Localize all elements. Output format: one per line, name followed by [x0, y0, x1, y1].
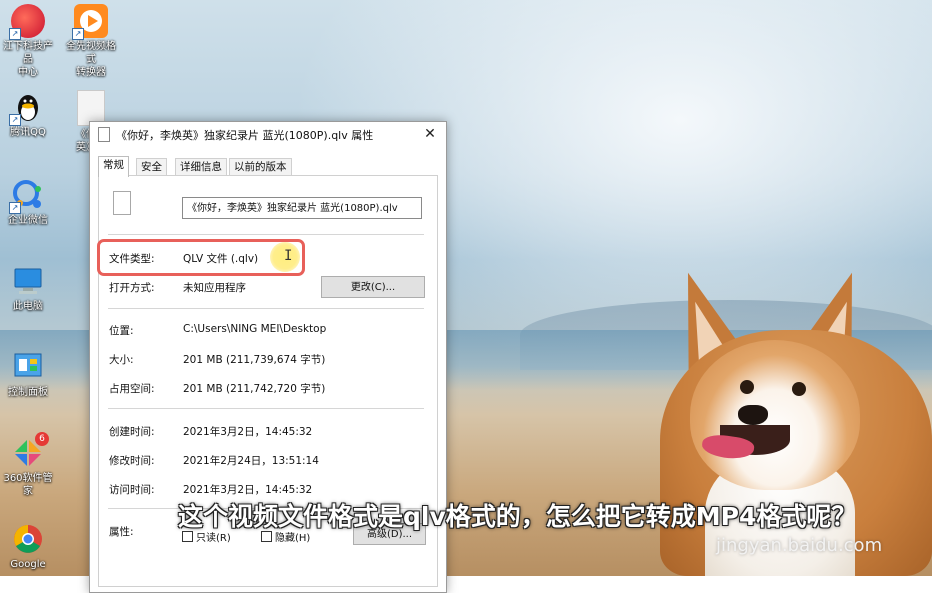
dialog-titlebar[interactable]: 《你好，李焕英》独家纪录片 蓝光(1080P).qlv 属性 ✕	[90, 122, 446, 146]
hidden-label: 隐藏(H)	[275, 533, 311, 544]
modified-label: 修改时间:	[109, 455, 155, 467]
accessed-label: 访问时间:	[109, 484, 155, 496]
ibeam-cursor-icon: I	[284, 248, 293, 264]
computer-icon	[11, 264, 45, 298]
qq-penguin-icon: ↗	[9, 90, 45, 126]
attributes-label: 属性:	[109, 526, 134, 538]
jiangxia-logo-icon: ↗	[9, 4, 45, 40]
chrome-icon	[11, 522, 45, 556]
location-label: 位置:	[109, 325, 134, 337]
desktop-icon-label: 江下科技产品	[3, 41, 53, 65]
wecom-icon: ↗	[9, 178, 45, 214]
desktop-icon-google-chrome[interactable]: Google	[0, 522, 56, 571]
accessed-value: 2021年3月2日，14:45:32	[183, 484, 313, 496]
subtitle-caption: 这个视频文件格式是qlv格式的，怎么把它转成MP4格式呢？	[178, 502, 857, 531]
close-button[interactable]: ✕	[420, 124, 440, 144]
desktop-icon-360-software[interactable]: 6 360软件管家	[0, 432, 56, 498]
size-on-disk-value: 201 MB (211,742,720 字节)	[183, 383, 326, 395]
readonly-label: 只读(R)	[196, 533, 231, 544]
desktop-icon-label: 控制面板	[8, 387, 48, 398]
watermark: jingyan.baidu.com	[716, 535, 883, 556]
desktop-icon-label: 此电脑	[13, 301, 43, 312]
tab-previous-versions[interactable]: 以前的版本	[229, 158, 292, 176]
dialog-title: 《你好，李焕英》独家纪录片 蓝光(1080P).qlv 属性	[116, 129, 374, 142]
change-button[interactable]: 更改(C)...	[321, 276, 425, 298]
file-type-icon	[113, 191, 131, 215]
size-on-disk-label: 占用空间:	[109, 383, 155, 395]
notification-badge: 6	[35, 432, 49, 446]
shortcut-arrow-icon: ↗	[72, 28, 84, 40]
divider	[108, 308, 424, 309]
desktop-icon-label: 中心	[18, 67, 38, 78]
open-with-value: 未知应用程序	[183, 282, 246, 294]
desktop-icon-wecom[interactable]: ↗ 企业微信	[0, 178, 56, 227]
created-value: 2021年3月2日，14:45:32	[183, 426, 313, 438]
location-value: C:\Users\NING MEI\Desktop	[183, 323, 327, 335]
divider	[108, 408, 424, 409]
size-label: 大小:	[109, 354, 134, 366]
created-label: 创建时间:	[109, 426, 155, 438]
shortcut-arrow-icon: ↗	[9, 202, 21, 214]
shortcut-arrow-icon: ↗	[9, 28, 21, 40]
software-manager-icon: 6	[11, 432, 49, 470]
modified-value: 2021年2月24日，13:51:14	[183, 455, 319, 467]
size-value: 201 MB (211,739,674 字节)	[183, 354, 326, 366]
tab-security[interactable]: 安全	[136, 158, 167, 176]
tab-details[interactable]: 详细信息	[175, 158, 227, 176]
desktop-icon-control-panel[interactable]: 控制面板	[0, 350, 56, 399]
corgi-eye-right	[792, 382, 806, 396]
divider	[108, 234, 424, 235]
desktop-icon-label: 腾讯QQ	[10, 127, 46, 138]
desktop-icon-this-pc[interactable]: 此电脑	[0, 264, 56, 313]
tab-general[interactable]: 常规	[98, 156, 129, 177]
desktop-icon-label: Google	[10, 559, 46, 570]
corgi-face	[690, 340, 860, 490]
video-converter-icon: ↗	[72, 4, 108, 40]
corgi-eye-left	[740, 380, 754, 394]
shortcut-arrow-icon: ↗	[9, 114, 21, 126]
desktop-icon-label: 360软件管家	[3, 473, 53, 497]
desktop-icon-label: 企业微信	[8, 215, 48, 226]
open-with-label: 打开方式:	[109, 282, 155, 294]
filename-field[interactable]: 《你好，李焕英》独家纪录片 蓝光(1080P).qlv	[182, 197, 422, 219]
desktop-icon-jiangxia[interactable]: ↗ 江下科技产品中心	[0, 4, 56, 79]
desktop-icon-qq[interactable]: ↗ 腾讯QQ	[0, 90, 56, 139]
file-icon	[98, 127, 110, 142]
desktop-icon-label: 转换器	[76, 67, 106, 78]
corgi-nose	[738, 405, 768, 425]
desktop-icon-label: 全先视频格式	[66, 41, 116, 65]
desktop-icon-video-converter[interactable]: ↗ 全先视频格式转换器	[63, 4, 119, 79]
control-panel-icon	[11, 350, 45, 384]
